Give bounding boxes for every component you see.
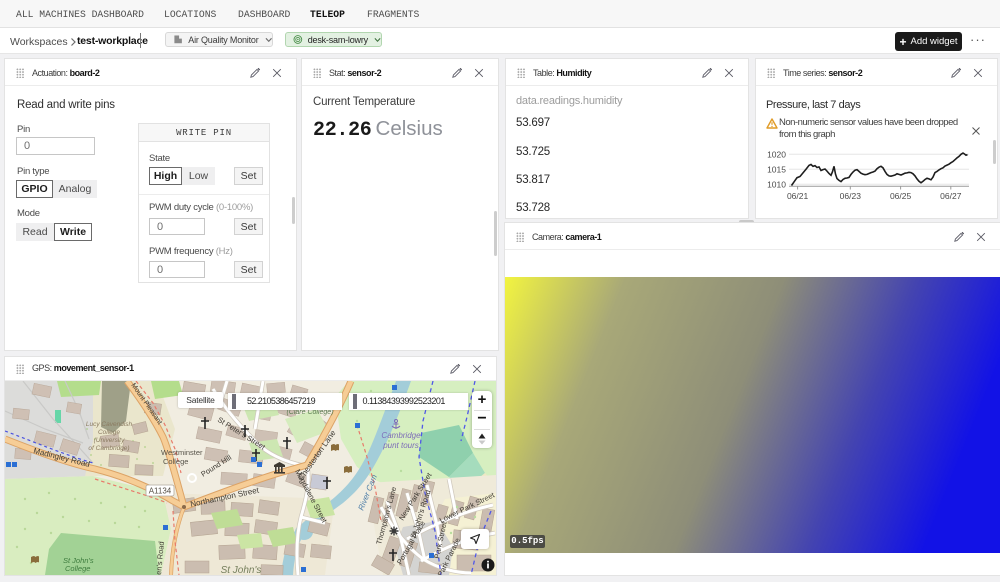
svg-text:Lucy Cavendish: Lucy Cavendish [86,421,133,428]
svg-text:punt tours: punt tours [382,441,419,450]
svg-text:(University: (University [94,437,125,444]
svg-text:(Clare College): (Clare College) [286,409,333,416]
svg-text:A1134: A1134 [149,487,172,496]
svg-text:06/23: 06/23 [840,191,862,201]
svg-text:College: College [98,429,120,436]
svg-text:1015: 1015 [767,164,786,174]
svg-text:Westminster: Westminster [161,448,203,457]
svg-text:1020: 1020 [767,149,786,159]
svg-text:06/27: 06/27 [940,191,962,201]
svg-text:06/21: 06/21 [787,191,809,201]
svg-text:College: College [163,457,188,466]
svg-text:of Cambridge): of Cambridge) [88,445,129,452]
svg-text:College: College [65,564,90,573]
svg-text:06/25: 06/25 [890,191,912,201]
svg-text:St John's: St John's [221,565,262,575]
svg-text:Cambridge: Cambridge [381,431,421,440]
svg-text:1010: 1010 [767,179,786,189]
